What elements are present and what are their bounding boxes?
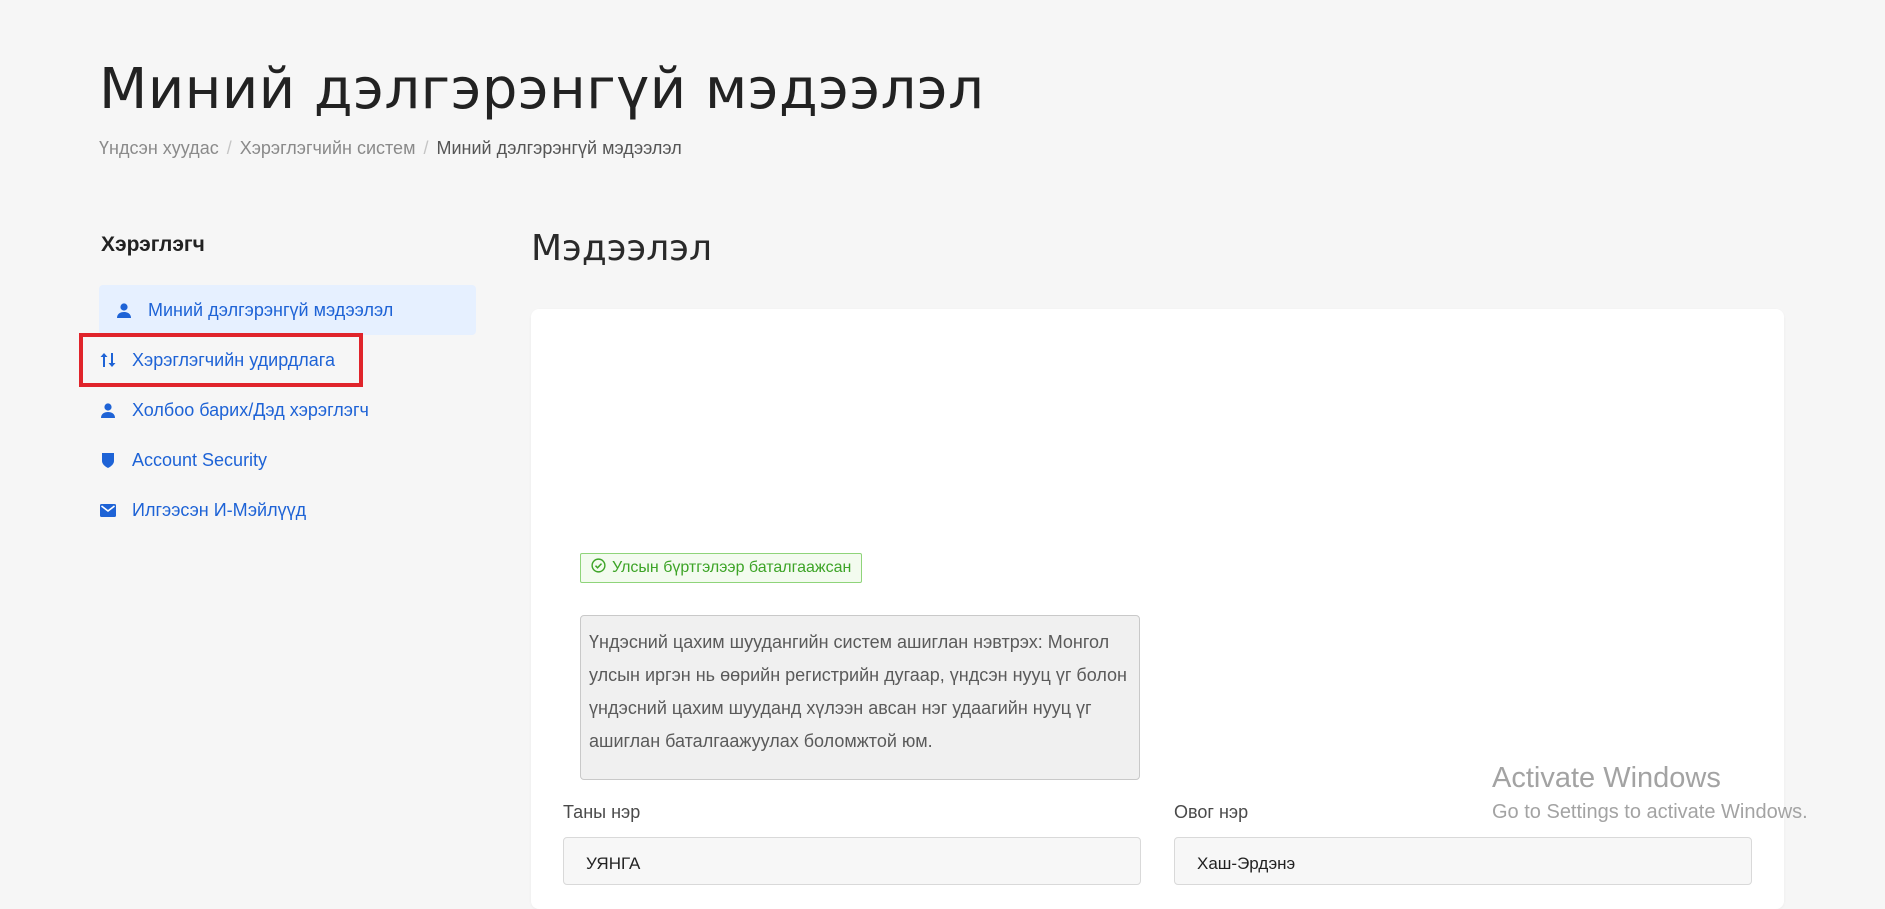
breadcrumb-current: Миний дэлгэрэнгүй мэдээлэл (436, 138, 682, 158)
sidebar-nav: Миний дэлгэрэнгүй мэдээлэл Хэрэглэгчийн … (79, 285, 476, 535)
breadcrumb: Үндсэн хуудас / Хэрэглэгчийн систем / Ми… (99, 138, 682, 159)
page-title: Миний дэлгэрэнгүй мэдээлэл (99, 57, 985, 122)
sidebar-item-sent-emails[interactable]: Илгээсэн И-Мэйлүүд (99, 485, 476, 535)
section-title: Мэдээлэл (531, 228, 713, 269)
breadcrumb-separator: / (226, 138, 232, 158)
watermark-title: Activate Windows (1492, 762, 1721, 794)
user-icon (116, 302, 132, 318)
sidebar-item-user-management[interactable]: Хэрэглэгчийн удирдлага (79, 333, 363, 387)
last-name-input[interactable]: Хаш-Эрдэнэ (1174, 837, 1752, 885)
check-circle-icon (591, 558, 606, 578)
sort-arrows-icon (100, 352, 116, 368)
shield-icon (100, 452, 116, 468)
breadcrumb-separator: / (423, 138, 429, 158)
mail-icon (100, 502, 116, 518)
activate-windows-watermark: Activate Windows Go to Settings to activ… (1492, 762, 1808, 824)
watermark-subtitle: Go to Settings to activate Windows. (1492, 801, 1808, 823)
first-name-label: Таны нэр (563, 802, 641, 822)
first-name-input[interactable]: УЯНГА (563, 837, 1141, 885)
sidebar-item-label: Миний дэлгэрэнгүй мэдээлэл (148, 299, 394, 320)
sidebar-item-label: Илгээсэн И-Мэйлүүд (132, 499, 307, 520)
breadcrumb-home[interactable]: Үндсэн хуудас (99, 138, 219, 159)
sidebar-item-label: Холбоо барих/Дэд хэрэглэгч (132, 399, 369, 420)
info-box: Үндэсний цахим шуудангийн систем ашиглан… (580, 615, 1140, 780)
verified-badge: Улсын бүртгэлээр баталгаажсан (580, 553, 863, 583)
sidebar-item-contacts[interactable]: Холбоо барих/Дэд хэрэглэгч (99, 385, 476, 435)
user-icon (100, 402, 116, 418)
last-name-label: Овог нэр (1174, 802, 1249, 822)
sidebar-item-label: Хэрэглэгчийн удирдлага (132, 349, 335, 370)
sidebar-title: Хэрэглэгч (101, 233, 205, 256)
sidebar-item-account-security[interactable]: Account Security (99, 435, 476, 485)
sidebar-item-label: Account Security (132, 449, 268, 470)
verified-badge-label: Улсын бүртгэлээр баталгаажсан (612, 559, 852, 576)
sidebar-item-my-details[interactable]: Миний дэлгэрэнгүй мэдээлэл (99, 285, 476, 335)
breadcrumb-user-system[interactable]: Хэрэглэгчийн систем (240, 138, 416, 159)
